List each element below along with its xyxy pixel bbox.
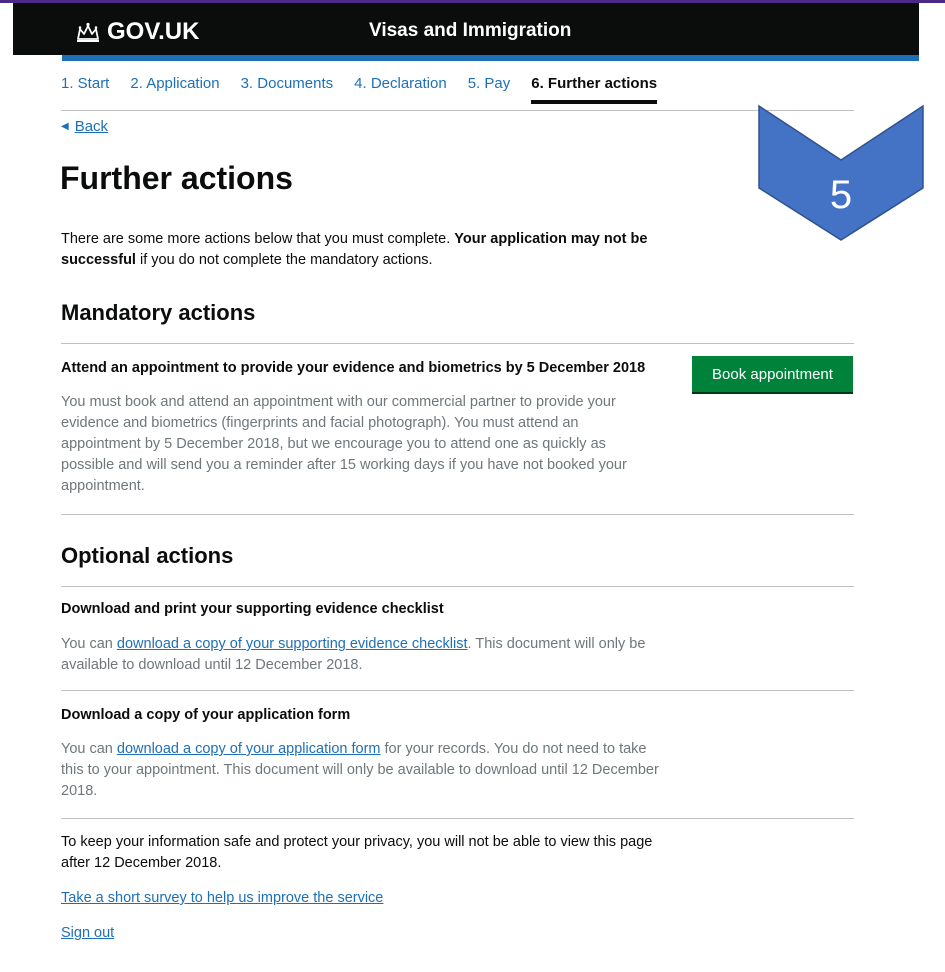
mandatory-heading: Mandatory actions xyxy=(61,300,256,325)
survey-link[interactable]: Take a short survey to help us improve t… xyxy=(61,890,383,906)
application-form-task-title: Download a copy of your application form xyxy=(61,707,351,723)
header-stripe xyxy=(62,55,919,61)
site-header: GOV.UK Visas and Immigration xyxy=(13,3,919,55)
mandatory-end-divider xyxy=(61,514,854,515)
biometrics-task-title: Attend an appointment to provide your ev… xyxy=(61,360,646,376)
intro-text: There are some more actions below that y… xyxy=(61,231,455,247)
intro-paragraph: There are some more actions below that y… xyxy=(61,229,681,271)
sign-out-link[interactable]: Sign out xyxy=(61,925,114,941)
mandatory-divider xyxy=(61,343,854,344)
steps-divider xyxy=(61,110,854,111)
optional-heading: Optional actions xyxy=(61,543,234,568)
intro-end-text: if you do not complete the mandatory act… xyxy=(135,252,433,268)
back-link[interactable]: ◀ Back xyxy=(61,118,108,135)
book-appointment-button[interactable]: Book appointment xyxy=(692,356,853,392)
checklist-pre-text: You can xyxy=(61,636,117,652)
triangle-left-icon: ◀ xyxy=(61,121,69,132)
back-link-label: Back xyxy=(74,118,109,135)
step-annotation-chevron: 5 xyxy=(758,104,924,241)
privacy-notice: To keep your information safe and protec… xyxy=(61,834,653,871)
download-application-form-link[interactable]: download a copy of your application form xyxy=(117,741,381,757)
step-declaration[interactable]: 4. Declaration xyxy=(354,75,447,104)
crown-icon xyxy=(77,22,99,42)
download-checklist-link[interactable]: download a copy of your supporting evide… xyxy=(117,636,468,652)
checklist-task-title: Download and print your supporting evide… xyxy=(61,601,444,617)
page-title: Further actions xyxy=(60,160,293,196)
optional-divider xyxy=(61,586,854,587)
step-pay[interactable]: 5. Pay xyxy=(468,75,511,104)
step-further-actions: 6. Further actions xyxy=(531,75,658,104)
checklist-divider xyxy=(61,690,854,691)
step-navigation: 1. Start 2. Application 3. Documents 4. … xyxy=(61,75,678,104)
logo-text: GOV.UK xyxy=(107,18,200,45)
govuk-logo[interactable]: GOV.UK xyxy=(75,18,199,46)
biometrics-task-description: You must book and attend an appointment … xyxy=(61,394,627,494)
form-pre-text: You can xyxy=(61,741,117,757)
service-name[interactable]: Visas and Immigration xyxy=(369,20,571,42)
step-application[interactable]: 2. Application xyxy=(130,75,219,104)
step-start[interactable]: 1. Start xyxy=(61,75,109,104)
checklist-task-description: You can download a copy of your supporti… xyxy=(61,634,661,676)
application-form-task-description: You can download a copy of your applicat… xyxy=(61,739,661,802)
form-divider xyxy=(61,818,854,819)
annotation-number: 5 xyxy=(830,173,852,217)
step-documents[interactable]: 3. Documents xyxy=(241,75,334,104)
